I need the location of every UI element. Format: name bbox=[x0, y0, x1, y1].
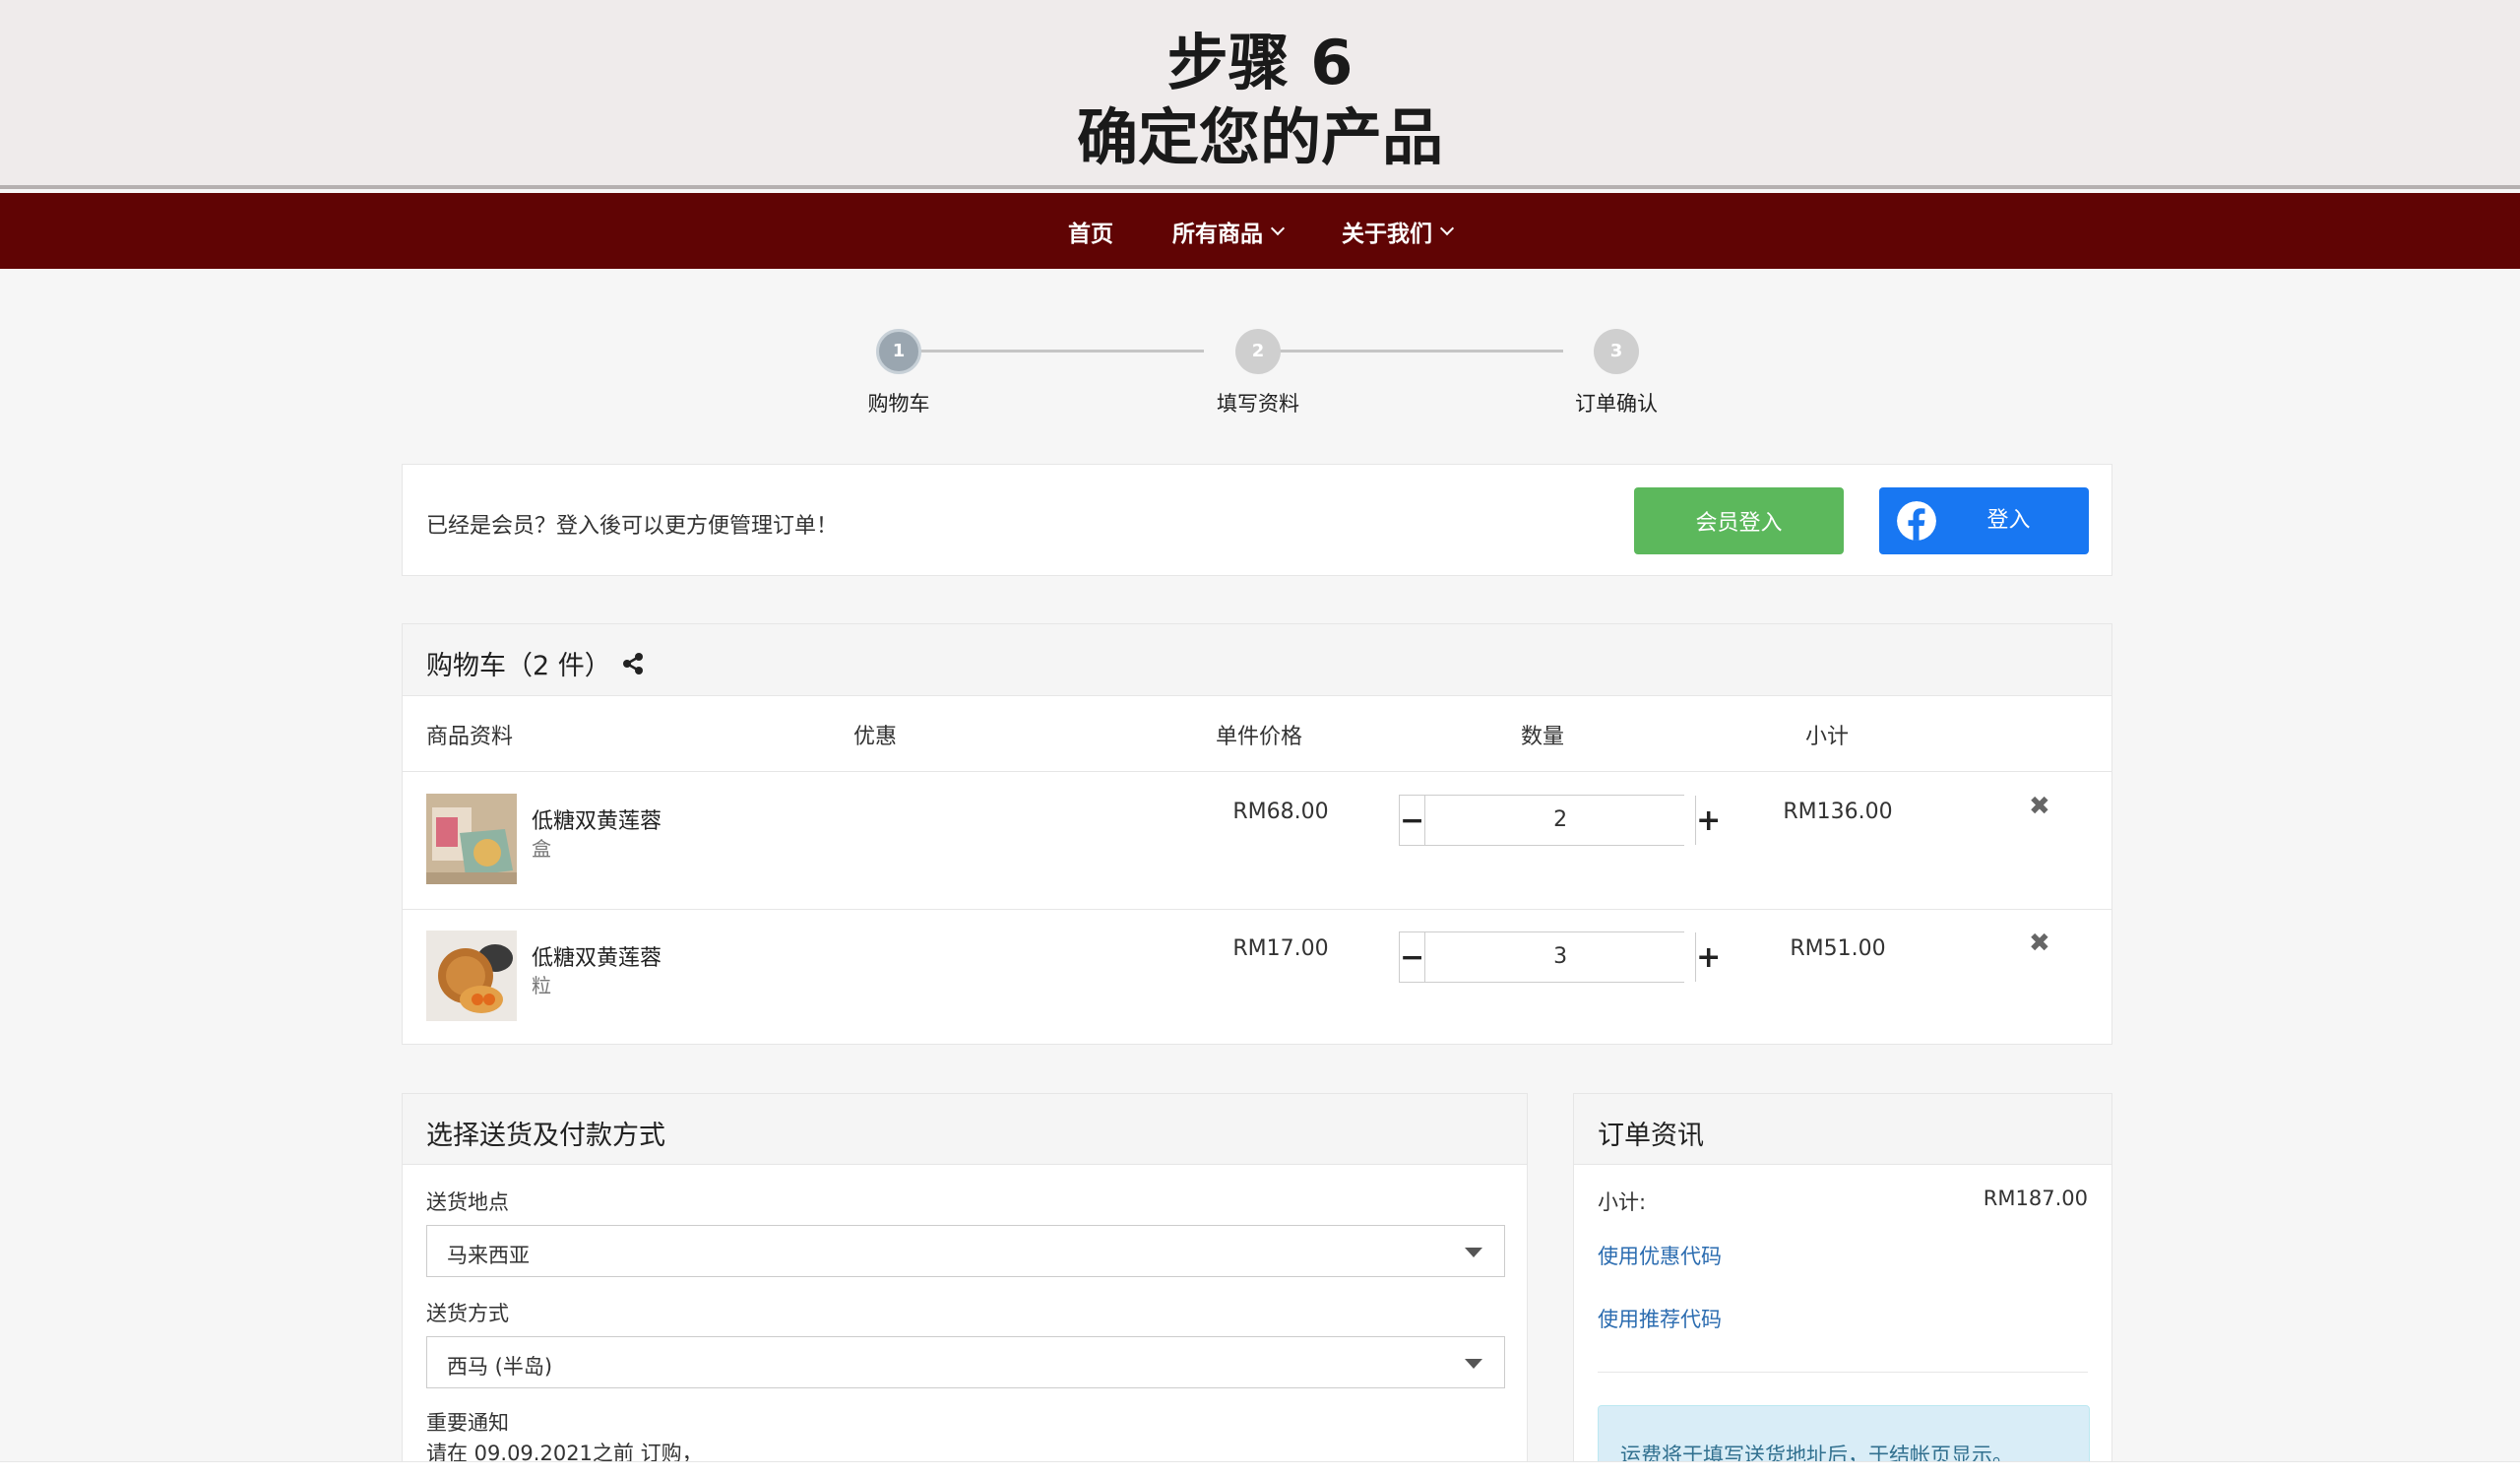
product-variant: 盒 bbox=[532, 837, 551, 861]
login-prompt: 已经是会员？登入後可以更方便管理订单！ bbox=[426, 514, 839, 539]
quantity-stepper: − + bbox=[1399, 931, 1722, 983]
product-name: 低糖双黄莲蓉 bbox=[532, 946, 662, 971]
share-icon[interactable] bbox=[621, 652, 645, 675]
increase-quantity-button[interactable]: + bbox=[1695, 932, 1722, 982]
step-number: 2 bbox=[1235, 329, 1281, 374]
increase-quantity-button[interactable]: + bbox=[1695, 796, 1722, 845]
facebook-login-button[interactable]: 登入 bbox=[1879, 487, 2089, 554]
nav-item-label: 首页 bbox=[1068, 221, 1113, 247]
caret-down-icon bbox=[1465, 1248, 1482, 1257]
notice-title: 重要通知 bbox=[426, 1411, 509, 1435]
panel-title: 订单资讯 bbox=[1598, 1121, 1704, 1151]
caret-down-icon bbox=[1465, 1359, 1482, 1369]
subtotal-label: 小计: bbox=[1598, 1190, 1647, 1214]
use-coupon-code-link[interactable]: 使用优惠代码 bbox=[1598, 1241, 1722, 1270]
select-value: 马来西亚 bbox=[447, 1244, 530, 1267]
cart-item-row: 低糖双黄莲蓉 盒 RM68.00 − + RM136.00 ✖ bbox=[403, 772, 2111, 909]
facebook-login-label: 登入 bbox=[1986, 508, 2031, 533]
delivery-method-label: 送货方式 bbox=[426, 1302, 509, 1325]
panel-header: 订单资讯 bbox=[1574, 1094, 2111, 1165]
order-summary-panel: 订单资讯 小计: RM187.00 使用优惠代码 使用推荐代码 运费将于填写送货… bbox=[1573, 1093, 2112, 1477]
cart-title-text: 购物车（2 件） bbox=[426, 651, 611, 681]
select-value: 西马 (半岛) bbox=[447, 1355, 553, 1379]
step-cart: 1 购物车 bbox=[800, 325, 997, 417]
panel-header: 选择送货及付款方式 bbox=[403, 1094, 1527, 1165]
quantity-stepper: − + bbox=[1399, 795, 1722, 846]
use-referral-code-link[interactable]: 使用推荐代码 bbox=[1598, 1304, 1722, 1333]
column-header-unit-price: 单件价格 bbox=[1216, 725, 1303, 749]
product-image-mooncake[interactable] bbox=[426, 931, 517, 1021]
quantity-input[interactable] bbox=[1425, 932, 1696, 982]
member-login-bar: 已经是会员？登入後可以更方便管理订单！ 会员登入 登入 bbox=[402, 464, 2112, 576]
decrease-quantity-button[interactable]: − bbox=[1400, 796, 1426, 845]
page-title: 确定您的产品 bbox=[1076, 101, 1443, 173]
step-title: 步骤 6 bbox=[1166, 27, 1354, 98]
member-login-button[interactable]: 会员登入 bbox=[1634, 487, 1844, 554]
product-name: 低糖双黄莲蓉 bbox=[532, 809, 662, 834]
checkout-progress: 1 购物车 2 填写资料 3 订单确认 bbox=[845, 325, 1829, 423]
column-header-subtotal: 小计 bbox=[1805, 725, 1850, 749]
step-confirm: 3 订单确认 bbox=[1518, 325, 1715, 417]
unit-price: RM68.00 bbox=[1232, 800, 1329, 824]
column-header-quantity: 数量 bbox=[1521, 725, 1565, 749]
shipping-payment-panel: 选择送货及付款方式 送货地点 马来西亚 送货方式 西马 (半岛) 重要通知 请在… bbox=[402, 1093, 1528, 1477]
step-number: 1 bbox=[876, 329, 921, 374]
item-subtotal: RM51.00 bbox=[1790, 936, 1886, 961]
chevron-down-icon bbox=[1439, 221, 1455, 235]
cart-panel: 购物车（2 件） 商品资料 优惠 单件价格 数量 小计 低糖双黄莲蓉 盒 RM6… bbox=[402, 623, 2112, 1045]
page-hero: 步骤 6 确定您的产品 bbox=[0, 0, 2520, 189]
nav-item-home[interactable]: 首页 bbox=[1068, 215, 1113, 248]
decrease-quantity-button[interactable]: − bbox=[1400, 932, 1426, 982]
item-subtotal: RM136.00 bbox=[1783, 800, 1893, 824]
delivery-location-select[interactable]: 马来西亚 bbox=[426, 1225, 1505, 1277]
nav-item-all-products[interactable]: 所有商品 bbox=[1172, 215, 1286, 248]
unit-price: RM17.00 bbox=[1232, 936, 1329, 961]
divider bbox=[1598, 1372, 2088, 1373]
remove-item-icon[interactable]: ✖ bbox=[2029, 929, 2050, 958]
quantity-input[interactable] bbox=[1425, 796, 1696, 845]
product-image-box[interactable] bbox=[426, 794, 517, 884]
step-label: 填写资料 bbox=[1217, 392, 1299, 416]
step-details: 2 填写资料 bbox=[1160, 325, 1356, 417]
step-label: 购物车 bbox=[867, 392, 930, 416]
column-header-product: 商品资料 bbox=[426, 725, 514, 749]
cart-title: 购物车（2 件） bbox=[426, 644, 645, 682]
cart-item-row: 低糖双黄莲蓉 粒 RM17.00 − + RM51.00 ✖ bbox=[403, 909, 2111, 1046]
column-header-discount: 优惠 bbox=[853, 725, 898, 749]
nav-item-label: 所有商品 bbox=[1172, 221, 1263, 247]
nav-item-label: 关于我们 bbox=[1342, 221, 1432, 247]
nav-item-about-us[interactable]: 关于我们 bbox=[1342, 215, 1455, 248]
page-bottom-edge bbox=[0, 1461, 2520, 1477]
cart-header: 购物车（2 件） bbox=[403, 624, 2111, 696]
step-label: 订单确认 bbox=[1575, 392, 1658, 416]
delivery-location-label: 送货地点 bbox=[426, 1190, 509, 1214]
panel-title: 选择送货及付款方式 bbox=[426, 1121, 665, 1151]
step-number: 3 bbox=[1594, 329, 1639, 374]
subtotal-value: RM187.00 bbox=[1983, 1187, 2088, 1210]
remove-item-icon[interactable]: ✖ bbox=[2029, 792, 2050, 821]
delivery-method-select[interactable]: 西马 (半岛) bbox=[426, 1336, 1505, 1388]
chevron-down-icon bbox=[1270, 221, 1286, 235]
main-nav: 首页 所有商品 关于我们 bbox=[0, 193, 2520, 269]
product-variant: 粒 bbox=[532, 974, 551, 997]
